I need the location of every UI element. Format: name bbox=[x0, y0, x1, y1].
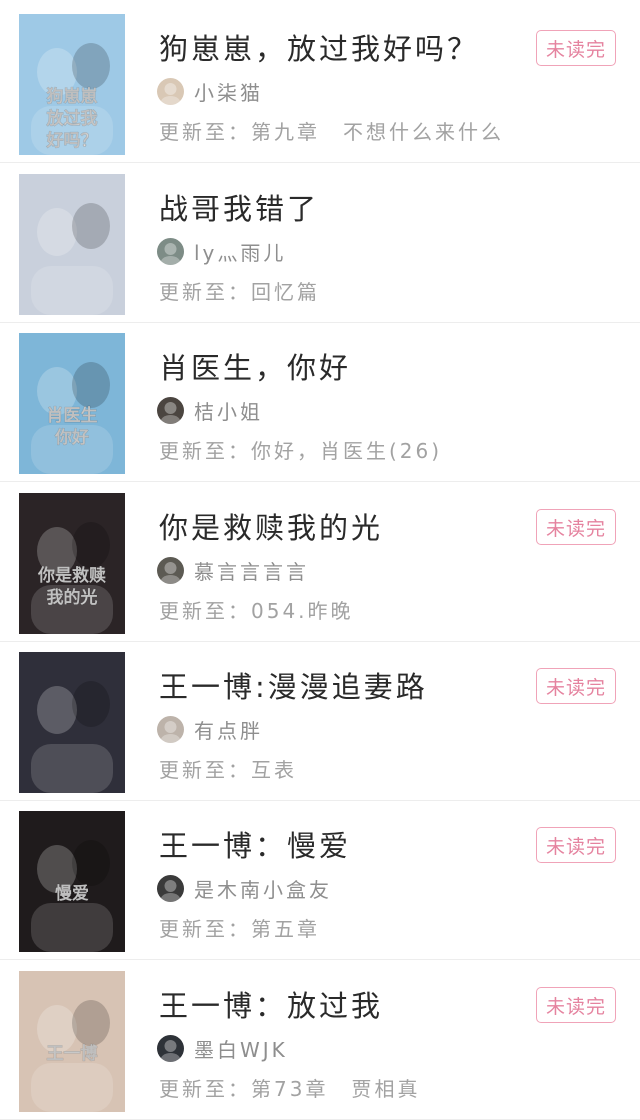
author-avatar bbox=[157, 715, 184, 743]
unread-badge: 未读完 bbox=[536, 987, 616, 1023]
latest-chapter: 054.昨晚 bbox=[251, 599, 354, 623]
cover-text: 慢爱 bbox=[55, 883, 89, 904]
update-prefix: 更新至： bbox=[159, 917, 251, 941]
author-avatar bbox=[157, 237, 184, 265]
author-name[interactable]: 有点胖 bbox=[194, 715, 263, 744]
latest-chapter: 回忆篇 bbox=[251, 280, 320, 304]
cover-text: 你是救赎 bbox=[37, 565, 106, 586]
book-title[interactable]: 战哥我错了 bbox=[159, 186, 319, 228]
author-avatar bbox=[157, 396, 184, 424]
book-title[interactable]: 王一博：放过我 bbox=[159, 983, 383, 1025]
latest-chapter: 第九章 不想什么来什么 bbox=[251, 120, 504, 144]
author-avatar bbox=[157, 874, 184, 902]
author-name[interactable]: 慕言言言言 bbox=[194, 556, 309, 585]
book-title[interactable]: 你是救赎我的光 bbox=[159, 505, 383, 547]
author-name[interactable]: 桔小姐 bbox=[194, 396, 263, 425]
update-status: 更新至：第73章 贾相真 bbox=[159, 1073, 420, 1102]
update-prefix: 更新至： bbox=[159, 1077, 251, 1101]
update-prefix: 更新至： bbox=[159, 758, 251, 782]
book-cover-image[interactable] bbox=[19, 174, 125, 315]
cover-text: 肖医生 bbox=[47, 405, 98, 426]
author-line: 有点胖 bbox=[157, 715, 263, 743]
cover-text: 好吗？ bbox=[46, 130, 98, 151]
book-cover-image[interactable]: 慢爱 bbox=[19, 811, 125, 952]
update-prefix: 更新至： bbox=[159, 280, 251, 304]
book-row[interactable]: 肖医生 你好 肖医生，你好 桔小姐 更新至：你好，肖医生(26) bbox=[0, 323, 640, 482]
author-avatar bbox=[157, 77, 184, 105]
unread-badge: 未读完 bbox=[536, 30, 616, 66]
book-cover-image[interactable] bbox=[19, 652, 125, 793]
update-status: 更新至：054.昨晚 bbox=[159, 595, 354, 624]
update-prefix: 更新至： bbox=[159, 599, 251, 623]
update-status: 更新至：回忆篇 bbox=[159, 276, 320, 305]
author-name[interactable]: 小柒猫 bbox=[194, 77, 263, 106]
book-cover-image[interactable]: 肖医生 你好 bbox=[19, 333, 125, 474]
author-line: 是木南小盒友 bbox=[157, 874, 332, 902]
author-name[interactable]: 墨白WJK bbox=[194, 1034, 288, 1063]
book-title[interactable]: 王一博：慢爱 bbox=[159, 823, 351, 865]
author-line: ly灬雨儿 bbox=[157, 237, 286, 265]
unread-badge: 未读完 bbox=[536, 827, 616, 863]
author-avatar bbox=[157, 1034, 184, 1062]
book-title[interactable]: 狗崽崽，放过我好吗？ bbox=[159, 26, 479, 68]
author-line: 桔小姐 bbox=[157, 396, 263, 424]
book-row[interactable]: 狗崽崽 放过我 好吗？ 狗崽崽，放过我好吗？ 小柒猫更新至：第九章 不想什么来什么 未读完 bbox=[0, 4, 640, 163]
unread-badge: 未读完 bbox=[536, 668, 616, 704]
update-prefix: 更新至： bbox=[159, 439, 251, 463]
author-line: 慕言言言言 bbox=[157, 556, 309, 584]
book-row[interactable]: 王一博 王一博：放过我墨白WJK 更新至：第73章 贾相真 未读完 bbox=[0, 961, 640, 1120]
author-name[interactable]: ly灬雨儿 bbox=[194, 237, 286, 266]
book-cover-image[interactable]: 王一博 bbox=[19, 971, 125, 1112]
book-row[interactable]: 王一博:漫漫追妻路有点胖更新至：互表 未读完 bbox=[0, 642, 640, 801]
book-row[interactable]: 慢爱 王一博：慢爱是木南小盒友更新至：第五章 未读完 bbox=[0, 801, 640, 960]
cover-text: 王一博 bbox=[47, 1043, 98, 1064]
book-row[interactable]: 战哥我错了 ly灬雨儿更新至：回忆篇 bbox=[0, 164, 640, 323]
cover-text: 狗崽崽 bbox=[47, 86, 98, 107]
cover-text: 你好 bbox=[54, 427, 89, 448]
cover-text: 放过我 bbox=[46, 108, 98, 129]
update-status: 更新至：第五章 bbox=[159, 913, 320, 942]
book-cover-image[interactable]: 你是救赎 我的光 bbox=[19, 493, 125, 634]
book-title[interactable]: 王一博:漫漫追妻路 bbox=[159, 664, 428, 706]
book-row[interactable]: 你是救赎 我的光 你是救赎我的光 慕言言言言 更新至：054.昨晚 未读完 bbox=[0, 483, 640, 642]
latest-chapter: 第五章 bbox=[251, 917, 320, 941]
book-cover-image[interactable]: 狗崽崽 放过我 好吗？ bbox=[19, 14, 125, 155]
unread-badge: 未读完 bbox=[536, 509, 616, 545]
book-title[interactable]: 肖医生，你好 bbox=[159, 345, 351, 387]
author-name[interactable]: 是木南小盒友 bbox=[194, 874, 332, 903]
author-line: 墨白WJK bbox=[157, 1034, 288, 1062]
author-avatar bbox=[157, 556, 184, 584]
cover-text: 我的光 bbox=[47, 587, 98, 608]
update-status: 更新至：第九章 不想什么来什么 bbox=[159, 116, 504, 145]
update-prefix: 更新至： bbox=[159, 120, 251, 144]
latest-chapter: 互表 bbox=[251, 758, 297, 782]
update-status: 更新至：你好，肖医生(26) bbox=[159, 435, 442, 464]
author-line: 小柒猫 bbox=[157, 77, 263, 105]
latest-chapter: 第73章 贾相真 bbox=[251, 1077, 421, 1101]
latest-chapter: 你好，肖医生(26) bbox=[251, 439, 443, 463]
update-status: 更新至：互表 bbox=[159, 754, 297, 783]
